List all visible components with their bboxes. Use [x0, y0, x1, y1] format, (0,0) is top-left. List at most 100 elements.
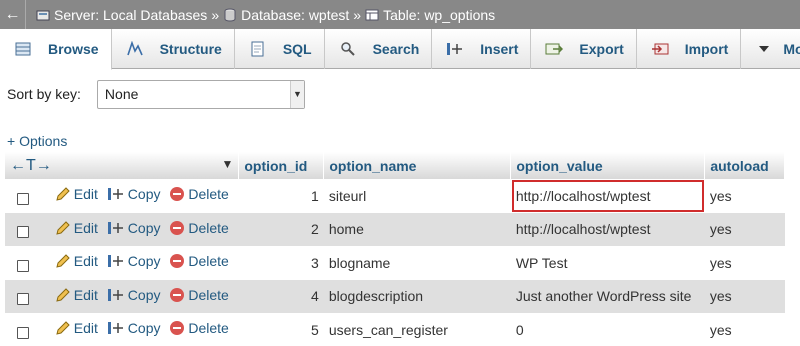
- sort-by-key-select[interactable]: None ▼: [96, 79, 305, 109]
- autoload-cell[interactable]: yes: [704, 246, 785, 280]
- breadcrumb-separator: »: [353, 6, 362, 23]
- edit-label: Edit: [73, 219, 98, 236]
- option-name-cell[interactable]: siteurl: [323, 179, 511, 213]
- edit-label: Edit: [73, 286, 98, 303]
- copy-icon: [107, 322, 123, 335]
- autoload-cell[interactable]: yes: [704, 212, 785, 246]
- edit-link[interactable]: Edit: [55, 287, 98, 303]
- option-name-cell[interactable]: blogname: [323, 246, 511, 280]
- delete-link[interactable]: Delete: [169, 220, 229, 236]
- delete-icon: [170, 187, 185, 202]
- autoload-cell[interactable]: yes: [704, 313, 785, 346]
- row-actions: Edit Copy Delete: [5, 246, 239, 280]
- delete-label: Delete: [188, 286, 229, 303]
- column-header-option-value[interactable]: option_value: [510, 152, 706, 179]
- option-id-cell[interactable]: 3: [238, 246, 324, 280]
- option-id-cell[interactable]: 4: [238, 279, 324, 313]
- breadcrumb-separator: »: [211, 6, 220, 23]
- autoload-cell[interactable]: yes: [704, 179, 785, 213]
- delete-link[interactable]: Delete: [169, 286, 229, 303]
- edit-link[interactable]: Edit: [55, 320, 98, 336]
- sort-by-key-label: Sort by key:: [7, 86, 81, 102]
- tab-structure-label: Structure: [159, 41, 222, 57]
- tab-import-label: Import: [684, 41, 729, 57]
- delete-icon: [170, 287, 185, 302]
- option-name-cell[interactable]: home: [323, 212, 511, 246]
- option-id-cell[interactable]: 5: [238, 313, 324, 346]
- option-name-cell[interactable]: blogdescription: [323, 279, 511, 313]
- row-actions: Edit Copy Delete: [5, 313, 239, 346]
- row-checkbox[interactable]: [17, 326, 29, 339]
- autoload-cell[interactable]: yes: [704, 279, 785, 313]
- copy-link[interactable]: Copy: [107, 287, 160, 303]
- breadcrumb: Server: Local Databases » Database: wpte…: [26, 7, 495, 23]
- tab-insert-label: Insert: [480, 41, 519, 57]
- row-checkbox[interactable]: [17, 259, 29, 272]
- edit-link[interactable]: Edit: [55, 253, 98, 269]
- edit-label: Edit: [73, 186, 98, 203]
- option-value-cell[interactable]: http://localhost/wptest: [510, 179, 705, 213]
- column-header-autoload[interactable]: autoload: [704, 152, 785, 179]
- sql-icon: [249, 41, 267, 57]
- tab-sql[interactable]: SQL: [235, 29, 325, 69]
- copy-icon: [107, 221, 123, 234]
- server-icon: [36, 10, 50, 20]
- option-id-cell[interactable]: 1: [238, 179, 324, 213]
- copy-link[interactable]: Copy: [107, 186, 160, 202]
- row-actions: Edit Copy Delete: [5, 179, 239, 213]
- column-toggle-arrows[interactable]: ←T→: [10, 157, 52, 174]
- copy-label: Copy: [127, 320, 161, 337]
- copy-icon: [107, 288, 123, 301]
- option-name-cell[interactable]: users_can_register: [323, 313, 511, 346]
- chevron-down-icon[interactable]: ▼: [221, 157, 233, 171]
- option-value-cell[interactable]: WP Test: [510, 246, 705, 280]
- copy-link[interactable]: Copy: [107, 320, 161, 337]
- edit-link[interactable]: Edit: [55, 220, 98, 236]
- back-arrow-icon[interactable]: ←: [0, 0, 26, 29]
- edit-link[interactable]: Edit: [55, 186, 98, 202]
- option-id-cell[interactable]: 2: [238, 212, 324, 246]
- tab-insert[interactable]: Insert: [432, 29, 532, 69]
- export-icon: [545, 41, 564, 57]
- pencil-icon: [56, 187, 70, 201]
- delete-link[interactable]: Delete: [169, 253, 229, 269]
- edit-label: Edit: [73, 320, 98, 337]
- delete-link[interactable]: Delete: [169, 186, 229, 202]
- chevron-down-icon: ▼: [289, 80, 304, 108]
- delete-icon: [170, 220, 185, 235]
- database-icon: [224, 8, 236, 22]
- breadcrumb-database[interactable]: Database: wptest: [223, 7, 349, 23]
- copy-link[interactable]: Copy: [107, 220, 160, 236]
- tab-more[interactable]: More: [741, 29, 800, 69]
- import-icon: [651, 41, 669, 57]
- option-value-cell[interactable]: Just another WordPress site: [510, 279, 705, 313]
- sort-by-key-row: Sort by key: None ▼: [7, 79, 305, 109]
- search-icon: [339, 41, 357, 57]
- tab-export[interactable]: Export: [531, 29, 637, 69]
- breadcrumb-bar: ← Server: Local Databases » Database: wp…: [0, 0, 800, 29]
- sort-by-key-value: None: [104, 86, 139, 102]
- option-value-cell[interactable]: 0: [510, 313, 705, 346]
- insert-icon: [446, 41, 464, 57]
- options-link[interactable]: + Options: [7, 133, 67, 149]
- pencil-icon: [56, 254, 70, 268]
- pencil-icon: [56, 321, 70, 335]
- row-checkbox[interactable]: [17, 293, 29, 306]
- tab-search-label: Search: [372, 41, 420, 57]
- copy-link[interactable]: Copy: [107, 253, 160, 269]
- delete-link[interactable]: Delete: [169, 320, 229, 336]
- pencil-icon: [56, 288, 70, 302]
- tab-browse[interactable]: Browse: [0, 29, 112, 70]
- breadcrumb-server[interactable]: Server: Local Databases: [36, 7, 207, 23]
- option-value-cell[interactable]: http://localhost/wptest: [510, 212, 705, 246]
- column-header-option-name[interactable]: option_name: [323, 152, 512, 179]
- browse-icon: [14, 41, 32, 57]
- row-checkbox[interactable]: [17, 192, 29, 205]
- tab-structure[interactable]: Structure: [112, 29, 235, 69]
- column-header-option-id[interactable]: option_id: [238, 152, 325, 179]
- tab-bar: Browse Structure SQL Search Insert Expor…: [0, 29, 800, 70]
- tab-import[interactable]: Import: [637, 29, 742, 69]
- row-checkbox[interactable]: [17, 226, 29, 239]
- breadcrumb-table[interactable]: Table: wp_options: [365, 7, 495, 23]
- tab-search[interactable]: Search: [325, 29, 433, 69]
